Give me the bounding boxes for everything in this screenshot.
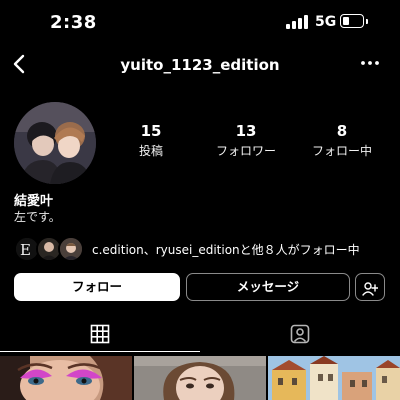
stat-label: 投稿 [138,144,163,158]
following-count[interactable]: 8 フォロー中 [297,122,387,159]
posts-count[interactable]: 15 投稿 [106,122,196,159]
status-time: 2:38 [50,12,97,33]
post-thumbnail[interactable] [134,356,266,400]
avatar[interactable] [14,102,96,184]
cellular-signal-icon [286,15,308,29]
grid-icon [90,324,110,344]
tagged-person-icon [290,324,310,344]
followers-count[interactable]: 13 フォロワー [201,122,291,159]
stat-value: 15 [140,122,162,140]
follower-avatar [58,236,84,262]
stat-value: 13 [235,122,257,140]
display-name: 結愛叶 [14,194,54,209]
followed-by-row[interactable]: E c.edition、ryusei_editionと他８人がフォロー中 [14,234,400,264]
status-bar: 2:38 5G [0,0,400,46]
bio-text: 左です。 [14,210,61,224]
network-type: 5G [315,14,337,30]
add-user-icon [362,282,379,296]
follow-button[interactable]: フォロー [14,273,180,301]
stat-label: フォロワー [215,144,276,158]
message-button[interactable]: メッセージ [186,273,350,301]
tab-tagged[interactable] [200,320,400,352]
stat-label: フォロー中 [311,144,372,158]
add-user-button[interactable] [355,273,385,301]
battery-icon [340,14,368,28]
tab-posts-grid[interactable] [0,320,200,352]
stat-value: 8 [336,122,348,140]
more-horizontal-icon[interactable] [358,54,382,72]
post-thumbnail[interactable] [0,356,132,400]
profile-username: yuito_1123_edition [120,56,280,74]
profile-header: yuito_1123_edition [0,46,400,84]
followed-by-text: c.edition、ryusei_editionと他８人がフォロー中 [92,243,360,257]
post-thumbnail[interactable] [268,356,400,400]
svg-text:E: E [20,241,31,259]
